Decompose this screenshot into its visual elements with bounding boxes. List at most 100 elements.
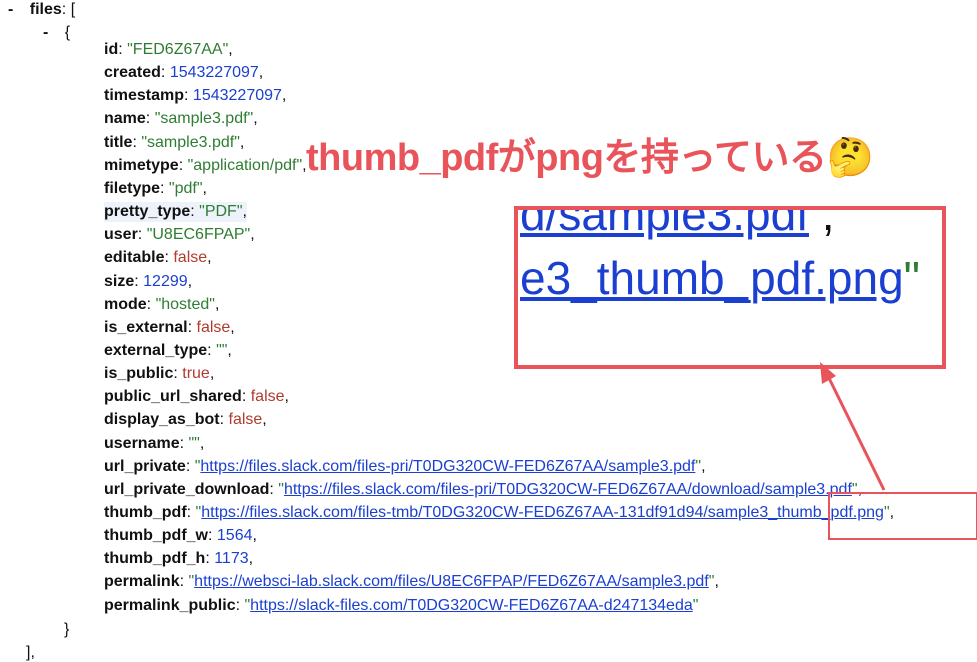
field-link[interactable]: https://files.slack.com/files-tmb/T0DG32…: [201, 504, 884, 521]
field-key: thumb_pdf_w: [104, 527, 208, 544]
field-row-id: id: "FED6Z67AA",: [104, 40, 233, 60]
comma: ,: [242, 203, 247, 220]
comma: ,: [281, 87, 287, 104]
field-value: true: [182, 365, 210, 382]
field-value: "sample3.pdf": [154, 110, 254, 127]
colon: :: [269, 481, 279, 498]
field-key: thumb_pdf_h: [104, 550, 206, 567]
field-value: 1543227097: [192, 87, 282, 104]
field-key: external_type: [104, 342, 208, 359]
comma: ,: [230, 319, 235, 336]
field-row-permalink: permalink: "https://websci-lab.slack.com…: [104, 572, 719, 592]
field-row-display-as-bot: display_as_bot: false,: [104, 410, 267, 430]
comma: ,: [199, 435, 205, 452]
colon: :: [178, 157, 188, 174]
field-row-url-private-download: url_private_download: "https://files.sla…: [104, 480, 862, 500]
field-value: 1564: [216, 527, 253, 544]
field-link[interactable]: https://files.slack.com/files-pri/T0DG32…: [200, 458, 695, 475]
field-value: false: [173, 249, 208, 266]
field-value: "U8EC6FPAP": [146, 226, 251, 243]
field-row-mode: mode: "hosted",: [104, 295, 219, 315]
field-key: thumb_pdf: [104, 504, 187, 521]
zoom-url-fragment-1: d/sample3.pdf: [520, 206, 809, 240]
colon: :: [146, 296, 156, 313]
field-row-username: username: "",: [104, 434, 204, 454]
colon: :: [160, 180, 169, 197]
comma: ,: [252, 527, 257, 544]
field-value: "pdf": [168, 180, 203, 197]
field-value: 12299: [143, 273, 188, 290]
item-close-brace: }: [64, 621, 70, 638]
files-close-row: ],: [26, 643, 35, 662]
colon: :: [145, 110, 155, 127]
arrow-shaft: [824, 371, 886, 491]
field-value: "": [188, 435, 200, 452]
field-link[interactable]: https://slack-files.com/T0DG320CW-FED6Z6…: [250, 597, 693, 614]
zoom-line-1: d/sample3.pdf ,: [520, 206, 835, 242]
field-row-timestamp: timestamp: 1543227097,: [104, 86, 286, 106]
field-row-mimetype: mimetype: "application/pdf",: [104, 156, 307, 176]
field-key: public_url_shared: [104, 388, 242, 405]
field-key: size: [104, 273, 135, 290]
comma: ,: [209, 365, 215, 382]
field-key: url_private_download: [104, 481, 270, 498]
field-value: "FED6Z67AA": [127, 41, 229, 58]
zoom-callout: d/sample3.pdf , e3_thumb_pdf.png": [514, 206, 946, 369]
collapse-toggle[interactable]: -: [8, 1, 13, 18]
field-row-thumb-pdf-h: thumb_pdf_h: 1173,: [104, 549, 253, 569]
files-key: files: [29, 1, 62, 18]
comma: ,: [227, 342, 232, 359]
files-close-bracket: ],: [26, 644, 35, 661]
field-value: "PDF": [199, 203, 243, 220]
field-key: id: [104, 41, 119, 58]
field-value: "hosted": [155, 296, 215, 313]
field-row-thumb-pdf: thumb_pdf: "https://files.slack.com/file…: [104, 503, 894, 523]
item-collapse-toggle[interactable]: -: [43, 24, 48, 41]
field-value: "": [216, 342, 228, 359]
field-key: editable: [104, 249, 165, 266]
field-row-is-external: is_external: false,: [104, 318, 235, 338]
item-open-row: - {: [43, 23, 70, 43]
field-key: user: [104, 226, 138, 243]
comma: ,: [258, 64, 264, 81]
field-key: mimetype: [104, 157, 179, 174]
colon: :: [207, 342, 217, 359]
field-row-user: user: "U8EC6FPAP",: [104, 225, 255, 245]
comma: ,: [701, 458, 706, 475]
comma: ,: [262, 411, 267, 428]
files-open-bracket: : [: [61, 1, 76, 18]
field-link[interactable]: https://websci-lab.slack.com/files/U8EC6…: [194, 573, 709, 590]
field-value: false: [228, 411, 263, 428]
field-key: pretty_type: [104, 203, 191, 220]
colon: :: [186, 504, 196, 521]
field-row-external-type: external_type: "",: [104, 341, 232, 361]
field-link[interactable]: https://files.slack.com/files-pri/T0DG32…: [284, 481, 852, 498]
colon: :: [160, 64, 170, 81]
zoom-line-2: e3_thumb_pdf.png": [520, 250, 920, 306]
field-row-title: title: "sample3.pdf",: [104, 133, 244, 153]
field-key: created: [104, 64, 161, 81]
colon: :: [187, 319, 197, 336]
files-row: - files: [: [8, 0, 75, 20]
colon: :: [185, 458, 195, 475]
field-value: "application/pdf": [187, 157, 303, 174]
field-row-is-public: is_public: true,: [104, 364, 214, 384]
field-row-pretty-type: pretty_type: "PDF",: [104, 202, 247, 222]
field-row-size: size: 12299,: [104, 272, 192, 292]
comma: ,: [239, 134, 245, 151]
highlight-box: [828, 492, 977, 540]
field-row-name: name: "sample3.pdf",: [104, 109, 258, 129]
comma: ,: [214, 296, 220, 313]
field-row-permalink-public: permalink_public: "https://slack-files.c…: [104, 596, 698, 616]
field-key: permalink_public: [104, 597, 236, 614]
colon: :: [132, 134, 142, 151]
field-key: is_public: [104, 365, 174, 382]
comma: ,: [228, 41, 233, 58]
colon: :: [134, 273, 144, 290]
comma: ,: [714, 573, 719, 590]
field-value: "sample3.pdf": [141, 134, 240, 151]
field-key: is_external: [104, 319, 188, 336]
colon: :: [241, 388, 251, 405]
comma: ,: [202, 180, 207, 197]
json-viewer: - files: [ - { id: "FED6Z67AA", created : …: [0, 0, 977, 662]
